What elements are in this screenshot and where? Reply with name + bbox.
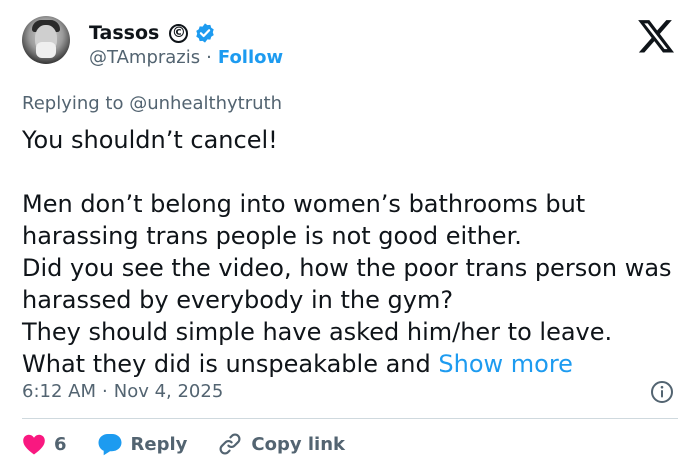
- copyright-badge: ©: [169, 23, 189, 43]
- tweet-body: You shouldn’t cancel! Men don’t belong i…: [22, 124, 682, 380]
- link-icon: [219, 433, 241, 455]
- action-bar: 6 Reply Copy link: [22, 430, 345, 458]
- like-count: 6: [54, 433, 67, 455]
- author-handle-row: @TAmprazis · Follow: [89, 47, 283, 68]
- reply-label: Reply: [130, 433, 188, 455]
- avatar-hands: [36, 42, 56, 58]
- copy-link-label: Copy link: [251, 433, 345, 455]
- author-handle[interactable]: @TAmprazis: [89, 47, 200, 68]
- tweet-date: Nov 4, 2025: [113, 381, 224, 402]
- handle-separator: ·: [206, 47, 212, 68]
- replying-to-prefix: Replying to: [22, 93, 130, 114]
- info-icon[interactable]: [650, 380, 674, 404]
- tweet-time: 6:12 AM: [22, 381, 96, 402]
- tweet-timestamp[interactable]: 6:12 AM · Nov 4, 2025: [22, 381, 223, 402]
- x-logo-icon[interactable]: [636, 16, 676, 56]
- verified-badge-icon: [196, 23, 215, 43]
- follow-link[interactable]: Follow: [218, 47, 283, 68]
- like-button[interactable]: 6: [22, 433, 67, 455]
- replying-to-mention[interactable]: @unhealthytruth: [129, 93, 282, 114]
- author-display-name[interactable]: Tassos: [89, 22, 159, 44]
- tweet-embed-card: Tassos © @TAmprazis · Follow Replying to…: [0, 0, 700, 471]
- divider: [22, 418, 678, 419]
- timestamp-separator: ·: [102, 381, 108, 402]
- copy-link-button[interactable]: Copy link: [217, 431, 345, 457]
- replying-to-line: Replying to @unhealthytruth: [22, 93, 282, 114]
- author-name-row: Tassos ©: [89, 20, 216, 46]
- reply-bubble-icon: [98, 434, 122, 456]
- tweet-text: You shouldn’t cancel! Men don’t belong i…: [22, 126, 672, 378]
- heart-icon: [23, 434, 45, 455]
- show-more-link[interactable]: Show more: [438, 350, 573, 378]
- reply-button[interactable]: Reply: [97, 432, 188, 456]
- avatar[interactable]: [22, 16, 70, 64]
